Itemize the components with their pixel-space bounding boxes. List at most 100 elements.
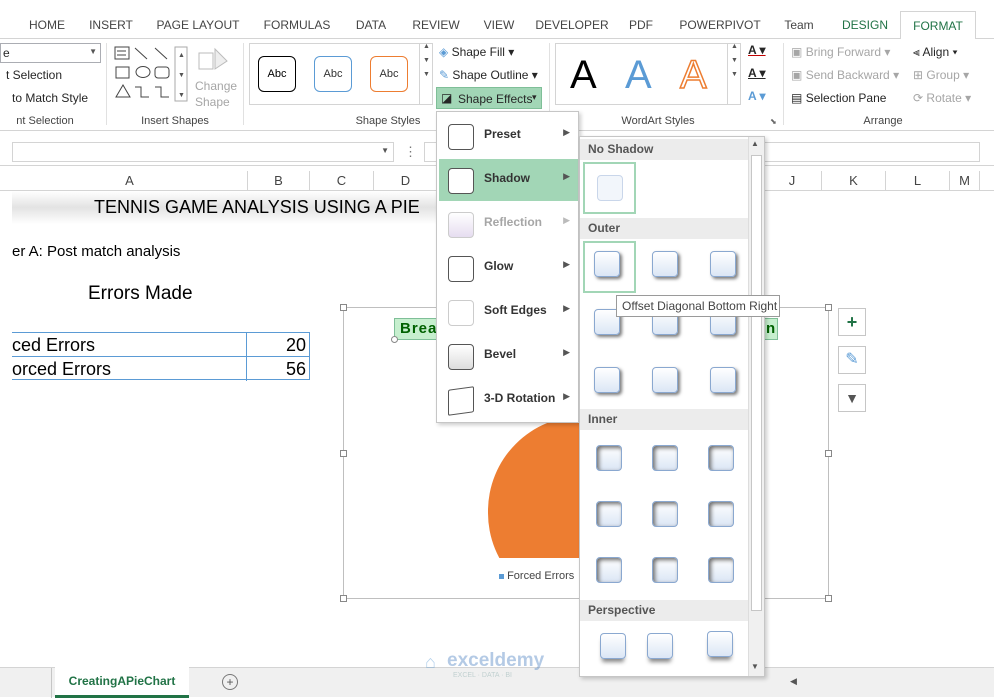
- column-header-d[interactable]: D: [374, 171, 438, 191]
- dialog-launcher-icon[interactable]: ⬊: [770, 117, 777, 126]
- shadow-option-inner[interactable]: [652, 445, 678, 471]
- shadow-gallery: No Shadow Outer Inner Perspective ▲ ▼: [579, 136, 765, 677]
- shadow-option-outer[interactable]: [710, 251, 736, 277]
- tab-developer[interactable]: DEVELOPER: [530, 11, 614, 39]
- menu-item-reflection[interactable]: Reflection ▶: [439, 203, 578, 245]
- rotate-button[interactable]: ⟳ Rotate ▾: [913, 91, 971, 105]
- tab-page-layout[interactable]: PAGE LAYOUT: [150, 11, 246, 39]
- scrollbar-thumb[interactable]: [751, 155, 762, 611]
- menu-item-glow[interactable]: Glow ▶: [439, 247, 578, 289]
- resize-handle[interactable]: [340, 450, 347, 457]
- shadow-option-inner[interactable]: [596, 445, 622, 471]
- shape-style-blue[interactable]: Abc: [314, 56, 352, 92]
- table-row-label[interactable]: orced Errors: [12, 359, 111, 380]
- shadow-option-perspective[interactable]: [707, 631, 733, 657]
- menu-item-preset[interactable]: Preset ▶: [439, 115, 578, 157]
- resize-handle[interactable]: [825, 304, 832, 311]
- shape-outline-button[interactable]: ✎ Shape Outline ▾: [439, 68, 538, 82]
- menu-item-soft-edges[interactable]: Soft Edges ▶: [439, 291, 578, 333]
- shadow-option-outer[interactable]: [652, 367, 678, 393]
- chart-elements-plus-icon[interactable]: +: [838, 308, 866, 336]
- wordart-style-blue[interactable]: A: [625, 47, 652, 103]
- menu-item-shadow[interactable]: Shadow ▶: [439, 159, 578, 201]
- chart-styles-brush-icon[interactable]: ✎: [838, 346, 866, 374]
- shapes-gallery[interactable]: ▲ ▼ ▼: [113, 45, 189, 103]
- column-header-a[interactable]: A: [12, 171, 248, 191]
- send-backward-button[interactable]: ▣ Send Backward ▾: [791, 68, 899, 82]
- shadow-option-inner[interactable]: [708, 557, 734, 583]
- shadow-option-outer[interactable]: [710, 367, 736, 393]
- name-box[interactable]: ▼: [12, 142, 394, 162]
- tab-home[interactable]: HOME: [18, 11, 76, 39]
- bring-forward-button[interactable]: ▣ Bring Forward ▾: [791, 45, 890, 59]
- table-row-value[interactable]: 56: [286, 359, 306, 380]
- column-header-b[interactable]: B: [248, 171, 310, 191]
- shadow-option-none[interactable]: [597, 175, 623, 201]
- shadow-option-inner[interactable]: [652, 501, 678, 527]
- selection-pane-button[interactable]: ▤ Selection Pane: [791, 91, 886, 105]
- scroll-left-icon[interactable]: ◀: [790, 676, 797, 687]
- column-header-l[interactable]: L: [886, 171, 950, 191]
- gallery-scrollbar[interactable]: ▲ ▼: [748, 137, 764, 676]
- resize-handle[interactable]: [340, 595, 347, 602]
- column-header-c[interactable]: C: [310, 171, 374, 191]
- tab-team[interactable]: Team: [774, 11, 824, 39]
- shape-style-orange[interactable]: Abc: [370, 56, 408, 92]
- sheet-nav[interactable]: [12, 668, 52, 698]
- chart-elements-dropdown[interactable]: e ▼: [0, 43, 101, 63]
- format-selection-button[interactable]: t Selection: [6, 68, 62, 82]
- wordart-style-black[interactable]: A: [570, 47, 597, 103]
- shadow-option-inner[interactable]: [652, 557, 678, 583]
- shape-effects-button[interactable]: ◪ Shape Effects ▾: [436, 87, 542, 109]
- reset-to-match-style-button[interactable]: to Match Style: [12, 91, 88, 105]
- tab-insert[interactable]: INSERT: [80, 11, 142, 39]
- column-header-k[interactable]: K: [822, 171, 886, 191]
- chart-legend[interactable]: Forced Errors: [499, 570, 574, 582]
- tab-review[interactable]: REVIEW: [406, 11, 466, 39]
- tab-format[interactable]: FORMAT: [900, 11, 976, 40]
- menu-item-3d-rotation[interactable]: 3-D Rotation ▶: [439, 379, 578, 421]
- scroll-up-icon[interactable]: ▲: [751, 139, 759, 148]
- shadow-option-outer[interactable]: [594, 367, 620, 393]
- wordart-style-orange[interactable]: A: [679, 47, 707, 103]
- add-sheet-icon[interactable]: +: [222, 674, 238, 690]
- shape-fill-button[interactable]: ◈ Shape Fill ▾: [439, 45, 514, 59]
- shadow-option-outer[interactable]: [652, 251, 678, 277]
- column-header-j[interactable]: J: [762, 171, 822, 191]
- wordart-scroll[interactable]: ▲ ▼ ▼: [727, 43, 741, 105]
- table-row-value[interactable]: 20: [286, 335, 306, 356]
- text-outline-icon[interactable]: A ▾: [748, 66, 766, 80]
- pie-slice-forced-errors[interactable]: [487, 415, 584, 558]
- tab-pdf[interactable]: PDF: [620, 11, 662, 39]
- change-shape-button[interactable]: Change: [195, 79, 237, 93]
- tab-design[interactable]: DESIGN: [834, 11, 896, 39]
- group-button[interactable]: ⊞ Group ▾: [913, 68, 969, 82]
- menu-item-bevel[interactable]: Bevel ▶: [439, 335, 578, 377]
- tab-data[interactable]: DATA: [346, 11, 396, 39]
- resize-handle[interactable]: [391, 336, 398, 343]
- tab-powerpivot[interactable]: POWERPIVOT: [672, 11, 768, 39]
- shadow-option-outer[interactable]: [594, 251, 620, 277]
- shape-styles-scroll[interactable]: ▲ ▼ ▼: [419, 43, 433, 105]
- text-effects-icon[interactable]: A ▾: [748, 89, 766, 103]
- shadow-option-inner[interactable]: [596, 557, 622, 583]
- align-button[interactable]: ⫷ Align ▾: [913, 45, 958, 60]
- shape-style-black[interactable]: Abc: [258, 56, 296, 92]
- column-header-m[interactable]: M: [950, 171, 980, 191]
- shadow-option-inner[interactable]: [708, 501, 734, 527]
- shadow-option-perspective[interactable]: [647, 633, 673, 659]
- shadow-option-perspective[interactable]: [600, 633, 626, 659]
- tab-view[interactable]: VIEW: [476, 11, 522, 39]
- shadow-option-inner[interactable]: [708, 445, 734, 471]
- resize-handle[interactable]: [825, 595, 832, 602]
- text-fill-icon[interactable]: A ▾: [748, 43, 766, 57]
- table-row-label[interactable]: ced Errors: [12, 335, 95, 356]
- scroll-down-icon[interactable]: ▼: [751, 662, 759, 671]
- shadow-option-inner[interactable]: [596, 501, 622, 527]
- sheet-tab-active[interactable]: CreatingAPieChart: [55, 667, 189, 698]
- chart-filters-funnel-icon[interactable]: ▼: [838, 384, 866, 412]
- more-options-icon[interactable]: ⋮: [404, 144, 417, 160]
- resize-handle[interactable]: [340, 304, 347, 311]
- resize-handle[interactable]: [825, 450, 832, 457]
- tab-formulas[interactable]: FORMULAS: [256, 11, 338, 39]
